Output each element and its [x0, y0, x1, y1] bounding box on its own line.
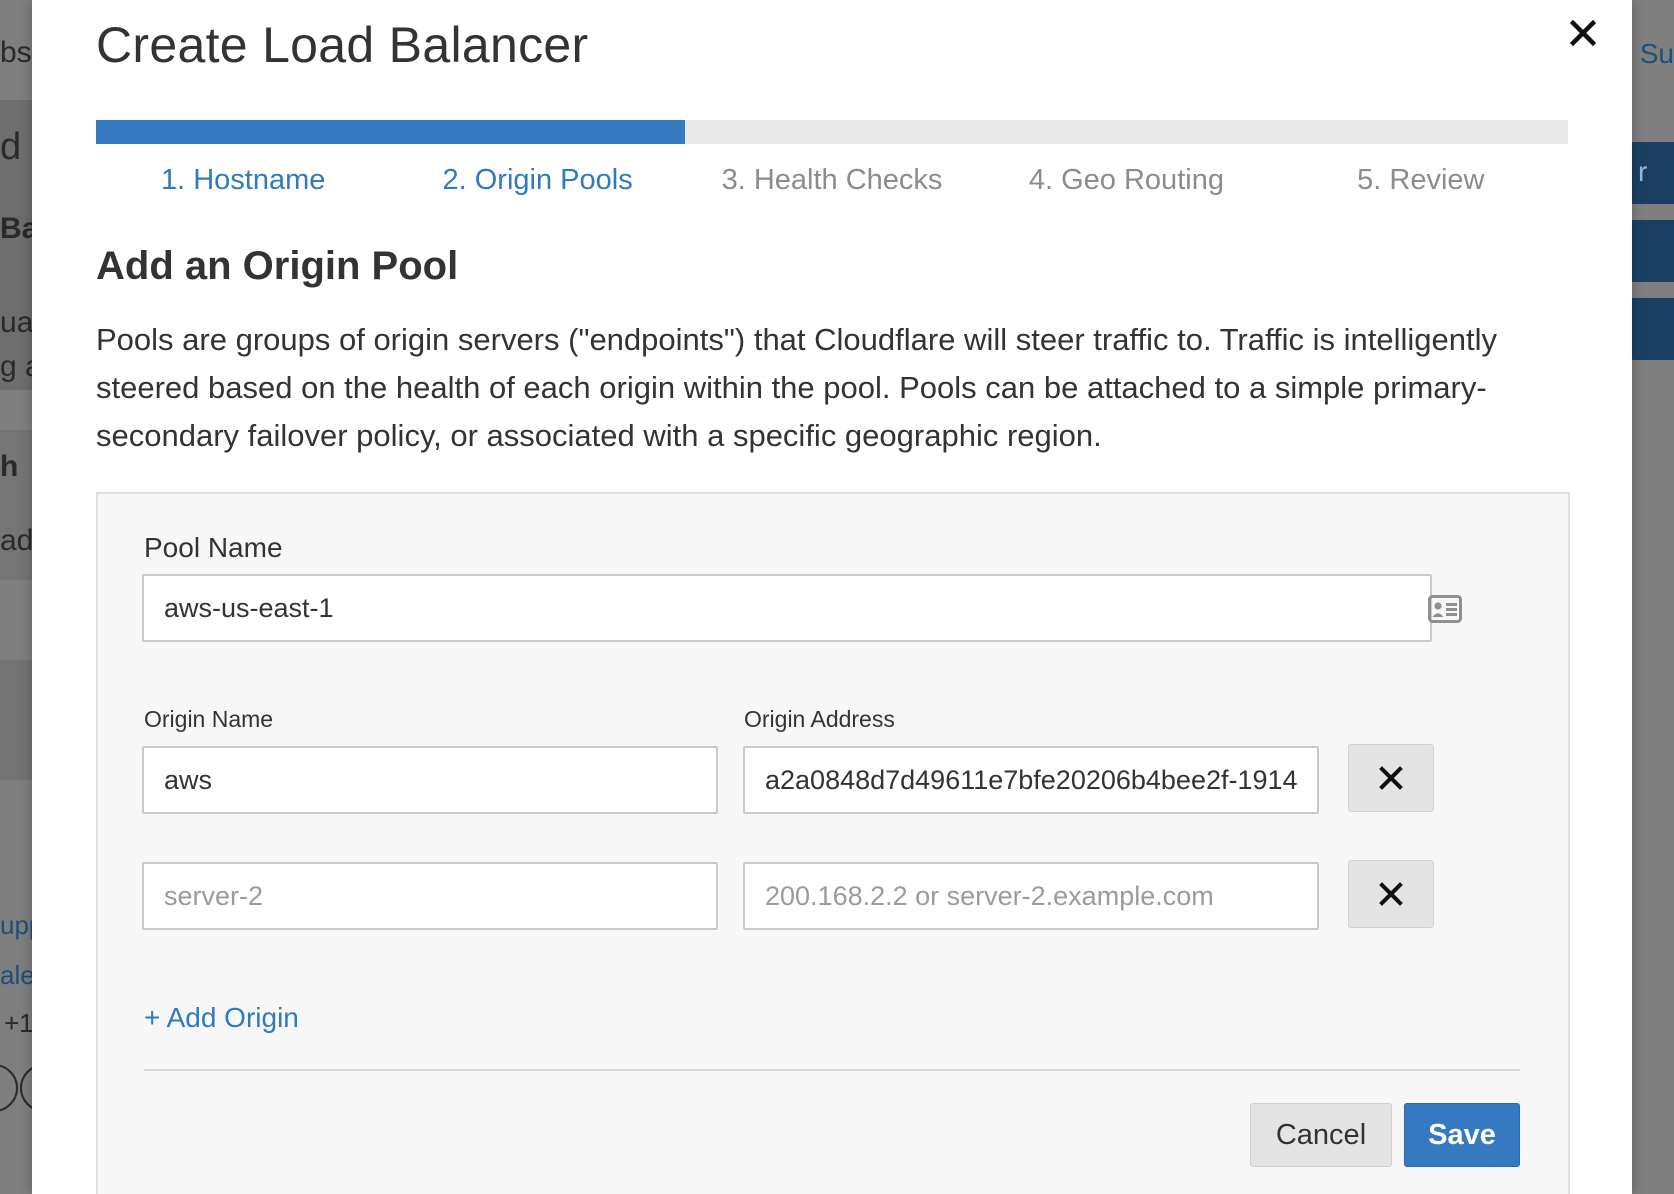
- background-button: r: [1630, 142, 1674, 204]
- pool-name-label: Pool Name: [144, 532, 283, 563]
- step-review[interactable]: 5. Review: [1274, 160, 1568, 200]
- contact-card-icon: [1428, 595, 1462, 623]
- origin-address-input[interactable]: [743, 746, 1319, 814]
- remove-origin-button[interactable]: [1348, 744, 1434, 812]
- add-origin-link[interactable]: + Add Origin: [144, 1002, 299, 1034]
- close-icon: [1379, 766, 1403, 790]
- step-health-checks[interactable]: 3. Health Checks: [685, 160, 979, 200]
- origin-address-label: Origin Address: [744, 706, 895, 732]
- background-text: d: [0, 126, 22, 168]
- origin-name-input[interactable]: [142, 862, 718, 930]
- wizard-progress-bar: [96, 120, 1568, 144]
- wizard-steps: 1. Hostname 2. Origin Pools 3. Health Ch…: [96, 160, 1568, 200]
- close-button[interactable]: [1562, 12, 1604, 54]
- section-title: Add an Origin Pool: [96, 244, 459, 288]
- background-text: ua: [0, 306, 34, 339]
- create-load-balancer-modal: Create Load Balancer 1. Hostname 2. Orig…: [32, 0, 1632, 1194]
- background-button: [1630, 220, 1674, 282]
- background-text: ale: [0, 960, 35, 990]
- wizard-progress-fill: [96, 120, 685, 144]
- section-description: Pools are groups of origin servers ("end…: [96, 322, 1497, 453]
- background-band: [0, 660, 32, 780]
- background-button: [1630, 298, 1674, 360]
- background-text: ad: [0, 524, 34, 557]
- origin-name-input[interactable]: [142, 746, 718, 814]
- background-text: h: [0, 450, 19, 483]
- background-text: Su: [1639, 38, 1674, 69]
- pool-name-input[interactable]: [142, 574, 1432, 642]
- background-text: +1: [4, 1008, 34, 1038]
- form-divider: [144, 1069, 1520, 1071]
- origin-pool-form: Pool Name Origin Name Origin Address: [96, 492, 1570, 1194]
- step-origin-pools[interactable]: 2. Origin Pools: [390, 160, 684, 200]
- origin-address-input[interactable]: [743, 862, 1319, 930]
- origin-name-label: Origin Name: [144, 706, 274, 732]
- background-text: r: [1638, 156, 1648, 187]
- modal-title: Create Load Balancer: [96, 17, 589, 73]
- close-icon: [1570, 20, 1596, 46]
- close-icon: [1379, 882, 1403, 906]
- cancel-button[interactable]: Cancel: [1250, 1103, 1392, 1167]
- save-button[interactable]: Save: [1404, 1103, 1520, 1167]
- remove-origin-button[interactable]: [1348, 860, 1434, 928]
- background-circle: [0, 1064, 18, 1112]
- step-geo-routing[interactable]: 4. Geo Routing: [979, 160, 1273, 200]
- background-text: bs: [0, 36, 32, 69]
- step-hostname[interactable]: 1. Hostname: [96, 160, 390, 200]
